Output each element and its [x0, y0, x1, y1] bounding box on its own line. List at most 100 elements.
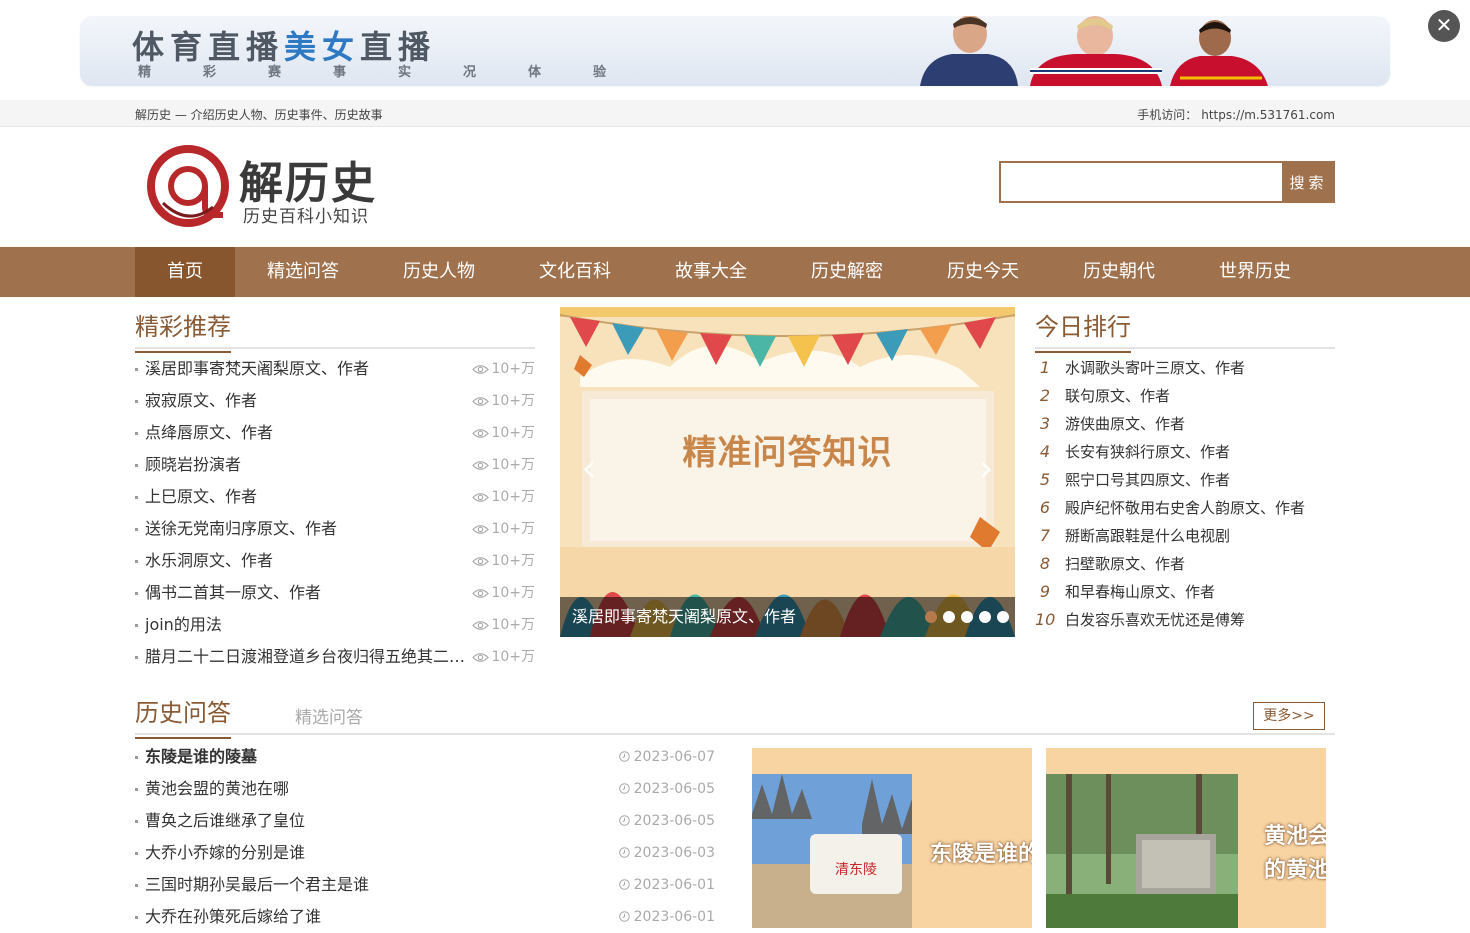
- list-item[interactable]: 大乔在孙策死后嫁给了谁 2023-06-01: [135, 901, 715, 933]
- list-item[interactable]: 1 水调歌头寄叶三原文、作者: [1035, 354, 1335, 382]
- list-item[interactable]: 三国时期孙吴最后一个君主是谁 2023-06-01: [135, 869, 715, 901]
- nav-item-world[interactable]: 世界历史: [1187, 247, 1323, 297]
- rank-item-title[interactable]: 和早春梅山原文、作者: [1065, 578, 1215, 606]
- ranking-list: 1 水调歌头寄叶三原文、作者 2 联句原文、作者 3 游侠曲原文、作者 4 长安有狭斜行原文、…: [1035, 354, 1335, 634]
- more-button[interactable]: 更多>>: [1253, 702, 1325, 730]
- nav-item-mysteries[interactable]: 历史解密: [779, 247, 915, 297]
- slide-caption[interactable]: 溪居即事寄梵天阇梨原文、作者: [572, 597, 796, 637]
- list-item[interactable]: join的用法 10+万: [135, 609, 535, 641]
- list-item[interactable]: 5 熙宁口号其四原文、作者: [1035, 466, 1335, 494]
- list-item[interactable]: 8 扫壁歌原文、作者: [1035, 550, 1335, 578]
- list-item[interactable]: 腊月二十二日渡湘登道乡台夜归得五绝其二原文、作者 10+万: [135, 641, 535, 673]
- search-box: 搜索: [999, 161, 1335, 203]
- slider-prev-arrow-icon[interactable]: ‹: [574, 449, 604, 487]
- recommend-item-title[interactable]: 点绛唇原文、作者: [145, 417, 467, 449]
- recommend-item-title[interactable]: 偶书二首其一原文、作者: [145, 577, 467, 609]
- rank-item-title[interactable]: 联句原文、作者: [1065, 382, 1170, 410]
- list-item[interactable]: 大乔小乔嫁的分别是谁 2023-06-03: [135, 837, 715, 869]
- views-icon: [472, 429, 490, 438]
- qa-thumb-2[interactable]: 黄池会 的黄池: [1046, 748, 1326, 928]
- list-item[interactable]: 9 和早春梅山原文、作者: [1035, 578, 1335, 606]
- bullet-icon: [135, 756, 138, 759]
- list-item[interactable]: 上巳原文、作者 10+万: [135, 481, 535, 513]
- rank-item-title[interactable]: 殿庐纪怀敬用右史舍人韵原文、作者: [1065, 494, 1305, 522]
- list-item[interactable]: 曹奂之后谁继承了皇位 2023-06-05: [135, 805, 715, 837]
- search-input[interactable]: [999, 161, 1282, 203]
- list-item[interactable]: 2 联句原文、作者: [1035, 382, 1335, 410]
- qa-thumb-1[interactable]: 清东陵 东陵是谁的: [752, 748, 1032, 928]
- recommend-item-title[interactable]: 上巳原文、作者: [145, 481, 467, 513]
- site-logo[interactable]: 解历史 历史百科小知识: [147, 145, 387, 227]
- list-item[interactable]: 6 殿庐纪怀敬用右史舍人韵原文、作者: [1035, 494, 1335, 522]
- site-tagline: 解历史 — 介绍历史人物、历史事件、历史故事: [135, 108, 383, 122]
- recommend-title: 精彩推荐: [135, 311, 231, 353]
- recommend-item-title[interactable]: join的用法: [145, 609, 467, 641]
- qa-item-title[interactable]: 三国时期孙吴最后一个君主是谁: [145, 869, 369, 901]
- rank-item-title[interactable]: 长安有狭斜行原文、作者: [1065, 438, 1230, 466]
- featured-slider[interactable]: 精准问答知识 ‹ › 溪居即事寄梵天阇梨原文、作者: [560, 307, 1015, 637]
- search-button[interactable]: 搜索: [1282, 161, 1335, 203]
- list-item[interactable]: 10 白发容乐喜欢无忧还是傅筹: [1035, 606, 1335, 634]
- tab-selected-qa[interactable]: 精选问答: [295, 703, 363, 728]
- slider-dot[interactable]: [997, 611, 1009, 623]
- recommend-item-title[interactable]: 水乐洞原文、作者: [145, 545, 467, 577]
- rank-item-title[interactable]: 白发容乐喜欢无忧还是傅筹: [1065, 606, 1245, 634]
- rank-item-title[interactable]: 掰断高跟鞋是什么电视剧: [1065, 522, 1230, 550]
- nav-item-figures[interactable]: 历史人物: [371, 247, 507, 297]
- rank-number: 7: [1039, 526, 1051, 545]
- qa-list: 东陵是谁的陵墓 2023-06-07 黄池会盟的黄池在哪 2023-06-05 曹奂之后…: [135, 741, 715, 933]
- list-item[interactable]: 溪居即事寄梵天阇梨原文、作者 10+万: [135, 353, 535, 385]
- views-icon: [472, 365, 490, 374]
- nav-item-selected-qa[interactable]: 精选问答: [235, 247, 371, 297]
- qa-item-title[interactable]: 大乔小乔嫁的分别是谁: [145, 837, 305, 869]
- ad-close-button[interactable]: ✕: [1428, 10, 1460, 42]
- recommend-item-title[interactable]: 腊月二十二日渡湘登道乡台夜归得五绝其二原文、作者: [145, 641, 467, 673]
- recommend-item-title[interactable]: 顾晓岩扮演者: [145, 449, 467, 481]
- list-item[interactable]: 4 长安有狭斜行原文、作者: [1035, 438, 1335, 466]
- slider-next-arrow-icon[interactable]: ›: [971, 449, 1001, 487]
- list-item[interactable]: 顾晓岩扮演者 10+万: [135, 449, 535, 481]
- recommend-item-title[interactable]: 送徐无党南归序原文、作者: [145, 513, 467, 545]
- list-item[interactable]: 黄池会盟的黄池在哪 2023-06-05: [135, 773, 715, 805]
- rank-item-title[interactable]: 熙宁口号其四原文、作者: [1065, 466, 1230, 494]
- thumb-caption-1: 东陵是谁的: [930, 842, 1032, 867]
- list-item[interactable]: 偶书二首其一原文、作者 10+万: [135, 577, 535, 609]
- date-text: 2023-06-03: [633, 845, 715, 861]
- qa-item-title[interactable]: 曹奂之后谁继承了皇位: [145, 805, 305, 837]
- list-item[interactable]: 东陵是谁的陵墓 2023-06-07: [135, 741, 715, 773]
- bullet-icon: [135, 432, 138, 435]
- bullet-icon: [135, 368, 138, 371]
- slider-dot[interactable]: [979, 611, 991, 623]
- mobile-url-link[interactable]: https://m.531761.com: [1201, 108, 1335, 122]
- qa-title[interactable]: 历史问答: [135, 697, 231, 739]
- list-item[interactable]: 水乐洞原文、作者 10+万: [135, 545, 535, 577]
- nav-item-dynasties[interactable]: 历史朝代: [1051, 247, 1187, 297]
- list-item[interactable]: 寂寂原文、作者 10+万: [135, 385, 535, 417]
- slider-dot[interactable]: [961, 611, 973, 623]
- recommend-item-title[interactable]: 寂寂原文、作者: [145, 385, 467, 417]
- slider-dot[interactable]: [943, 611, 955, 623]
- rank-item-title[interactable]: 水调歌头寄叶三原文、作者: [1065, 354, 1245, 382]
- ad-card[interactable]: 体育直播美女直播 精彩赛事实况体验: [80, 16, 1390, 86]
- top-ad-banner[interactable]: 体育直播美女直播 精彩赛事实况体验 ✕: [0, 0, 1470, 100]
- nav-item-stories[interactable]: 故事大全: [643, 247, 779, 297]
- rank-item-title[interactable]: 扫壁歌原文、作者: [1065, 550, 1185, 578]
- qa-item-date: 2023-06-05: [618, 805, 715, 837]
- list-item[interactable]: 3 游侠曲原文、作者: [1035, 410, 1335, 438]
- recommend-item-views: 10+万: [472, 577, 535, 609]
- qa-item-title[interactable]: 东陵是谁的陵墓: [145, 741, 257, 773]
- nav-item-culture[interactable]: 文化百科: [507, 247, 643, 297]
- rank-item-title[interactable]: 游侠曲原文、作者: [1065, 410, 1185, 438]
- bullet-icon: [135, 624, 138, 627]
- views-icon: [472, 589, 490, 598]
- nav-item-today[interactable]: 历史今天: [915, 247, 1051, 297]
- main-nav: 首页 精选问答 历史人物 文化百科 故事大全 历史解密 历史今天 历史朝代 世界…: [0, 247, 1470, 297]
- recommend-item-title[interactable]: 溪居即事寄梵天阇梨原文、作者: [145, 353, 467, 385]
- list-item[interactable]: 7 掰断高跟鞋是什么电视剧: [1035, 522, 1335, 550]
- list-item[interactable]: 点绛唇原文、作者 10+万: [135, 417, 535, 449]
- list-item[interactable]: 送徐无党南归序原文、作者 10+万: [135, 513, 535, 545]
- slider-dot[interactable]: [925, 611, 937, 623]
- qa-item-title[interactable]: 大乔在孙策死后嫁给了谁: [145, 901, 321, 933]
- nav-item-home[interactable]: 首页: [135, 247, 235, 297]
- qa-item-title[interactable]: 黄池会盟的黄池在哪: [145, 773, 289, 805]
